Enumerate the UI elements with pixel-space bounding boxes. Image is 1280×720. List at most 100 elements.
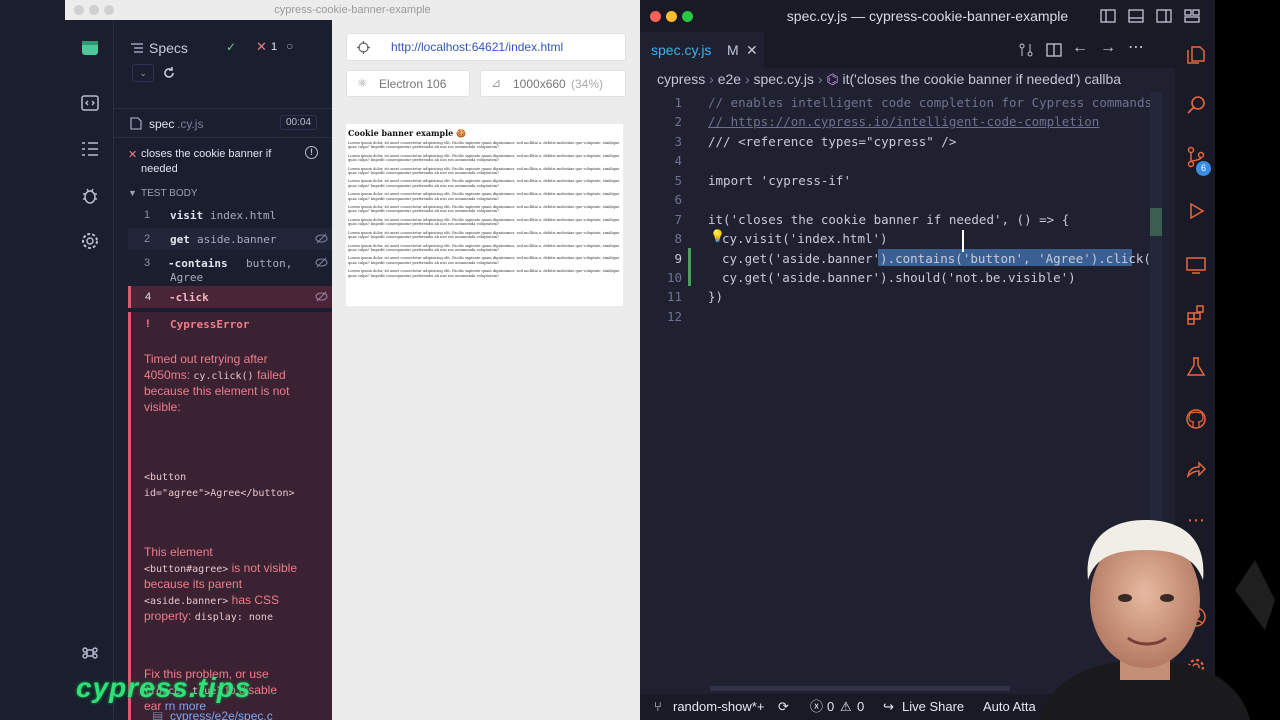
browser-selector[interactable]: ⚛ Electron 106 bbox=[346, 70, 470, 97]
warning-count[interactable]: 0 bbox=[857, 694, 864, 720]
app-under-test-pane: http://localhost:64621/index.html ⚛ Elec… bbox=[332, 20, 640, 720]
code-line[interactable]: }) bbox=[708, 289, 723, 304]
close-button[interactable] bbox=[650, 11, 661, 22]
step-command: -contains bbox=[168, 257, 228, 270]
info-icon[interactable]: ! bbox=[305, 146, 318, 159]
viewport-info[interactable]: ⊿ 1000x660 (34%) bbox=[480, 70, 626, 97]
minimize-light[interactable] bbox=[89, 5, 99, 15]
rerun-icon[interactable] bbox=[162, 66, 176, 80]
git-modified-gutter bbox=[688, 248, 691, 286]
github-icon[interactable] bbox=[1185, 408, 1207, 430]
explorer-icon[interactable] bbox=[1185, 44, 1207, 66]
vscode-window-title: spec.cy.js — cypress-cookie-banner-examp… bbox=[786, 8, 1069, 24]
close-tab-icon[interactable]: ✕ bbox=[746, 32, 758, 68]
keyboard-shortcuts-icon[interactable] bbox=[79, 642, 101, 664]
code-line[interactable]: // enables intelligent code completion f… bbox=[708, 95, 1152, 110]
scrollbar-thumb[interactable] bbox=[1150, 208, 1162, 236]
testing-icon[interactable] bbox=[1185, 356, 1207, 378]
lorem-paragraph: Lorem ipsum dolor, sit amet consectetur … bbox=[348, 179, 620, 188]
url-bar[interactable]: http://localhost:64621/index.html bbox=[346, 33, 626, 61]
code-line[interactable]: it('closes the cookie banner if needed',… bbox=[708, 212, 1069, 227]
project-icon[interactable] bbox=[79, 38, 101, 60]
error-text: property: bbox=[144, 609, 192, 623]
lorem-paragraph: Lorem ipsum dolor, sit amet consectetur … bbox=[348, 205, 620, 214]
code-line[interactable]: cy.visit('index.html') bbox=[722, 231, 888, 246]
zoom-button[interactable] bbox=[682, 11, 693, 22]
error-message-2: This element <button#agree> is not visib… bbox=[144, 545, 297, 626]
spec-duration: 00:04 bbox=[280, 115, 318, 130]
tab-spec-cy-js[interactable]: spec.cy.js M ✕ bbox=[640, 32, 764, 68]
code-line[interactable]: cy.get('aside.banner').should('not.be.vi… bbox=[722, 270, 1076, 285]
git-branch[interactable]: random-show*+ bbox=[673, 694, 764, 720]
toggle-secondary-sidebar-icon[interactable] bbox=[1156, 8, 1172, 24]
line-number: 11 bbox=[666, 289, 682, 304]
breadcrumb: cypress › e2e › spec.cy.js › ⌬ it('close… bbox=[657, 71, 1121, 88]
code-line[interactable]: /// <reference types="cypress" /> bbox=[708, 134, 956, 149]
command-row-contains[interactable]: 3 -contains button, Agree bbox=[128, 252, 332, 286]
line-number: 12 bbox=[666, 309, 682, 324]
viewport-icon: ⊿ bbox=[491, 76, 502, 90]
electron-icon: ⚛ bbox=[357, 76, 368, 90]
more-actions-icon[interactable]: ⋯ bbox=[1128, 37, 1144, 57]
code-line[interactable]: import 'cypress-if' bbox=[708, 173, 851, 188]
live-share-icon[interactable] bbox=[1185, 458, 1207, 480]
run-debug-icon[interactable] bbox=[1185, 200, 1207, 222]
breadcrumb-item[interactable]: it('closes the cookie banner if needed')… bbox=[843, 71, 1122, 87]
go-back-icon[interactable]: ← bbox=[1072, 39, 1088, 57]
specs-label[interactable]: Specs bbox=[149, 40, 188, 56]
toggle-sidebar-icon[interactable] bbox=[1100, 8, 1116, 24]
error-message-1: Timed out retrying after 4050ms: cy.clic… bbox=[144, 352, 289, 415]
eye-slash-icon bbox=[315, 291, 328, 302]
close-light[interactable] bbox=[74, 5, 84, 15]
collapse-caret-icon[interactable]: ▼ bbox=[128, 188, 137, 198]
step-arg-2: Agree bbox=[170, 271, 204, 284]
search-icon[interactable] bbox=[1185, 94, 1207, 116]
error-code: <aside.banner> bbox=[144, 595, 229, 607]
cypress-window: cypress-cookie-banner-example Specs ✓ ✕ … bbox=[0, 0, 640, 720]
split-editor-icon[interactable] bbox=[1046, 42, 1062, 58]
extensions-icon[interactable] bbox=[1185, 304, 1207, 326]
breadcrumb-sep-icon: › bbox=[744, 71, 754, 87]
app-iframe-page[interactable]: Cookie banner example 🍪 Lorem ipsum dolo… bbox=[346, 124, 623, 306]
symbol-icon: ⌬ bbox=[826, 71, 839, 87]
breadcrumb-item[interactable]: cypress bbox=[657, 71, 705, 87]
step-number: 4 bbox=[145, 291, 152, 303]
chevron-down-icon[interactable]: ⌄ bbox=[132, 64, 154, 82]
error-file-path[interactable]: cypress/e2e/spec.c bbox=[170, 709, 273, 720]
horizontal-scrollbar[interactable] bbox=[710, 686, 1010, 691]
debug-nav-icon[interactable] bbox=[79, 185, 101, 207]
page-heading: Cookie banner example 🍪 bbox=[348, 128, 466, 138]
settings-nav-icon[interactable] bbox=[79, 230, 101, 252]
step-command: -click bbox=[169, 291, 209, 304]
failed-count: 1 bbox=[271, 41, 278, 53]
code-line[interactable]: // https://on.cypress.io/intelligent-cod… bbox=[708, 114, 1099, 129]
eye-slash-icon bbox=[315, 233, 328, 244]
command-row-visit[interactable]: 1 visit index.html bbox=[128, 204, 332, 226]
tab-label: spec.cy.js bbox=[651, 42, 712, 58]
step-arg: button, bbox=[246, 257, 293, 270]
lightbulb-icon[interactable]: 💡 bbox=[710, 229, 725, 243]
open-changes-icon[interactable] bbox=[1018, 42, 1034, 58]
sync-icon[interactable]: ⟳ bbox=[778, 694, 789, 720]
live-share-status[interactable]: Live Share bbox=[902, 694, 964, 720]
customize-layout-icon[interactable] bbox=[1184, 8, 1200, 24]
breadcrumb-item[interactable]: spec.cy.js bbox=[754, 71, 814, 87]
vertical-scrollbar[interactable] bbox=[1150, 92, 1162, 537]
specs-nav-icon[interactable] bbox=[79, 92, 101, 114]
toggle-panel-icon[interactable] bbox=[1128, 8, 1144, 24]
lorem-paragraph: Lorem ipsum dolor, sit amet consectetur … bbox=[348, 217, 620, 227]
step-number: 1 bbox=[144, 209, 151, 221]
zoom-light[interactable] bbox=[104, 5, 114, 15]
command-row-get[interactable]: 2 get aside.banner bbox=[128, 228, 332, 250]
remote-explorer-icon[interactable] bbox=[1185, 254, 1207, 276]
selector-playground-icon[interactable] bbox=[357, 41, 370, 54]
editor-tabs: spec.cy.js M ✕ ← → ⋯ bbox=[640, 32, 1215, 68]
command-row-click-failed[interactable]: 4 -click bbox=[128, 286, 332, 308]
runs-nav-icon[interactable] bbox=[79, 138, 101, 160]
go-forward-icon[interactable]: → bbox=[1100, 39, 1116, 57]
minimize-button[interactable] bbox=[666, 11, 677, 22]
error-count[interactable]: 0 bbox=[827, 694, 834, 720]
test-title-row[interactable]: ✕ closes the cookie banner if needed ! bbox=[128, 146, 332, 178]
code-line[interactable]: cy.get('aside.banner').contains('button'… bbox=[722, 251, 1159, 266]
breadcrumb-item[interactable]: e2e bbox=[718, 71, 741, 87]
